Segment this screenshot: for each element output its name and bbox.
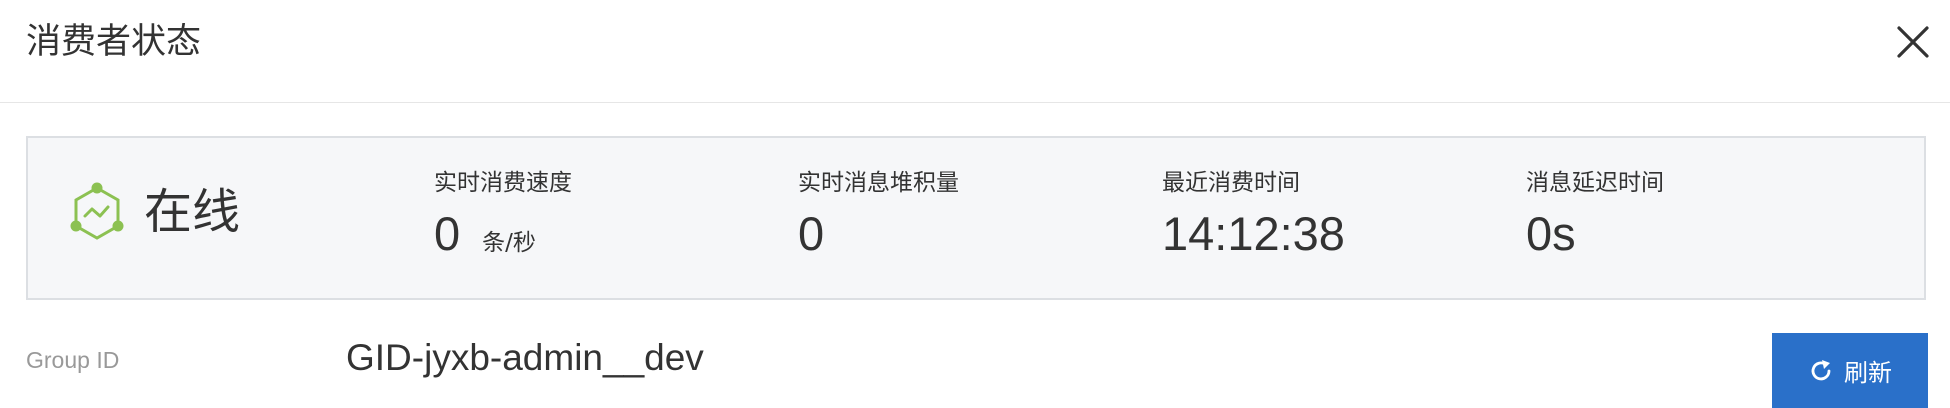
metric-number: 0: [434, 207, 461, 260]
metric-value: 14:12:38: [1162, 207, 1345, 260]
group-id-label: Group ID: [26, 347, 120, 373]
metric-delay: 消息延迟时间 0s: [1526, 168, 1664, 262]
status-card: 在线 实时消费速度 0 条/秒 实时消息堆积量 0 最近消费时间 14:12:38…: [26, 136, 1926, 300]
consumer-status-dialog: 消费者状态 在线 实时消费速度 0 条/秒 实时消息堆积量 0 最近消费时间 14…: [0, 0, 1950, 408]
metric-value: 0s: [1526, 207, 1576, 260]
metric-label: 实时消费速度: [434, 170, 572, 196]
group-id-value: GID-jyxb-admin__dev: [346, 337, 704, 378]
metric-label: 消息延迟时间: [1526, 170, 1664, 196]
dialog-title: 消费者状态: [26, 22, 202, 62]
refresh-icon: [1811, 359, 1831, 380]
metric-label: 最近消费时间: [1162, 170, 1300, 196]
status-text: 在线: [144, 184, 241, 240]
metric-last-consume-time: 最近消费时间 14:12:38: [1162, 168, 1345, 262]
refresh-label: 刷新: [1844, 359, 1892, 387]
metric-unit: 条/秒: [482, 230, 536, 256]
metric-value: 0 条/秒: [434, 206, 572, 271]
online-hexagon-icon: [70, 182, 124, 240]
close-icon[interactable]: [1895, 24, 1931, 60]
metric-consume-rate: 实时消费速度 0 条/秒: [434, 168, 572, 271]
refresh-button[interactable]: 刷新: [1772, 333, 1928, 408]
dialog-header: 消费者状态: [0, 0, 1950, 103]
metric-value: 0: [798, 207, 825, 260]
metric-backlog: 实时消息堆积量 0: [798, 168, 959, 262]
metric-label: 实时消息堆积量: [798, 170, 959, 196]
